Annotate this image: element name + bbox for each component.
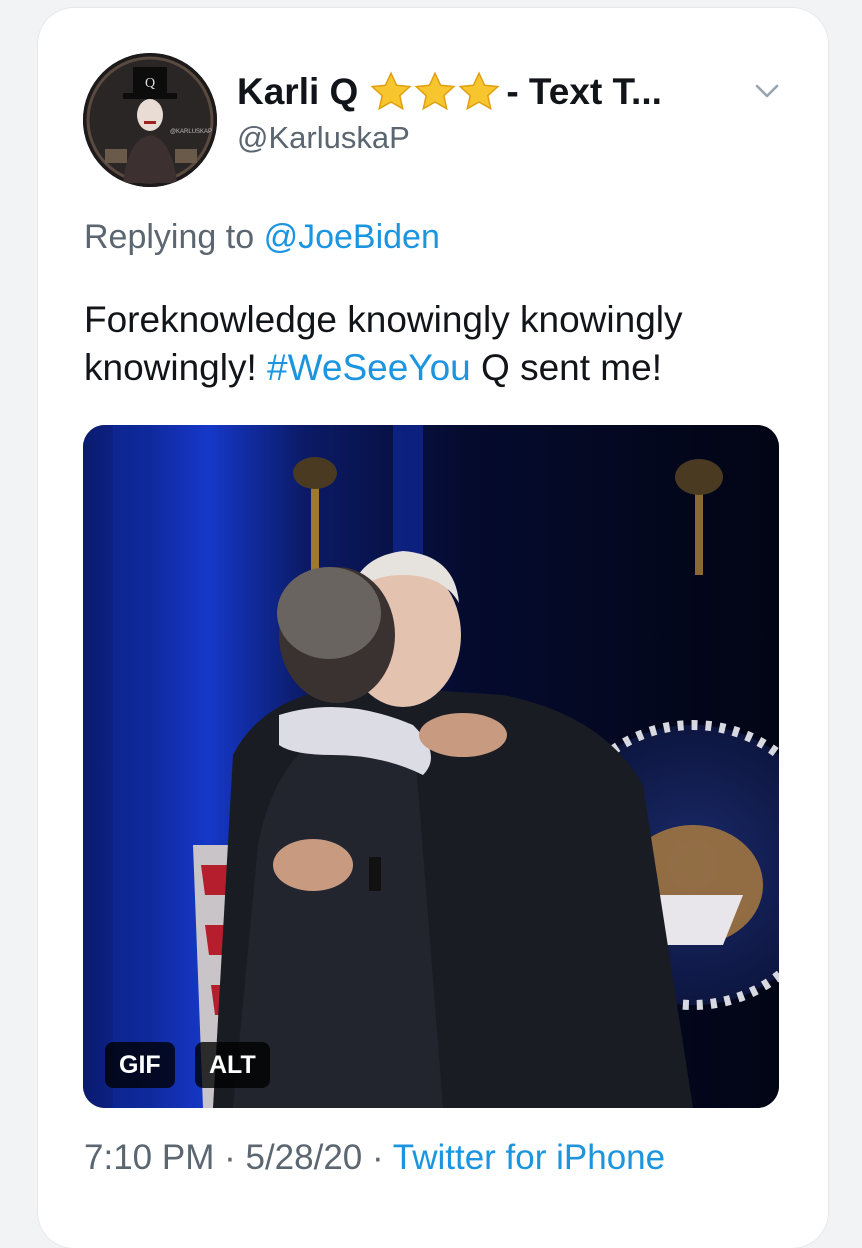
display-name[interactable]: Karli Q: [237, 71, 358, 113]
star-emojis: [368, 69, 500, 115]
reply-context: Replying to @JoeBiden: [84, 218, 440, 257]
author-name-row[interactable]: Karli Q - Text T...: [237, 64, 662, 120]
star-icon: [458, 71, 500, 111]
display-name-suffix[interactable]: - Text T...: [506, 71, 662, 113]
user-handle[interactable]: @KarluskaP: [237, 120, 410, 156]
hashtag-link[interactable]: #WeSeeYou: [267, 347, 471, 388]
meta-separator: ·: [372, 1138, 384, 1177]
gif-media[interactable]: [83, 425, 779, 1108]
tweet-metadata: 7:10 PM · 5/28/20 · Twitter for iPhone: [84, 1138, 665, 1178]
avatar-image: Q @KARLUSKAP: [83, 53, 217, 187]
tweet-text: Foreknowledge knowingly knowingly knowin…: [84, 296, 804, 392]
gif-image: [83, 425, 779, 1108]
tweet-source-link[interactable]: Twitter for iPhone: [393, 1138, 665, 1177]
meta-separator: ·: [224, 1138, 236, 1177]
reply-prefix: Replying to: [84, 218, 255, 256]
avatar-watermark: @KARLUSKAP: [170, 129, 212, 135]
alt-badge[interactable]: ALT: [195, 1042, 270, 1088]
avatar[interactable]: Q @KARLUSKAP: [83, 53, 217, 187]
tweet-time[interactable]: 7:10 PM: [84, 1138, 214, 1177]
star-icon: [414, 71, 456, 111]
tweet-text-part2: Q sent me!: [481, 347, 662, 388]
star-icon: [370, 71, 412, 111]
svg-text:Q: Q: [145, 76, 155, 91]
tweet-date[interactable]: 5/28/20: [245, 1138, 362, 1177]
chevron-down-icon[interactable]: [752, 80, 782, 102]
reply-to-link[interactable]: @JoeBiden: [264, 218, 440, 256]
gif-badge: GIF: [105, 1042, 175, 1088]
